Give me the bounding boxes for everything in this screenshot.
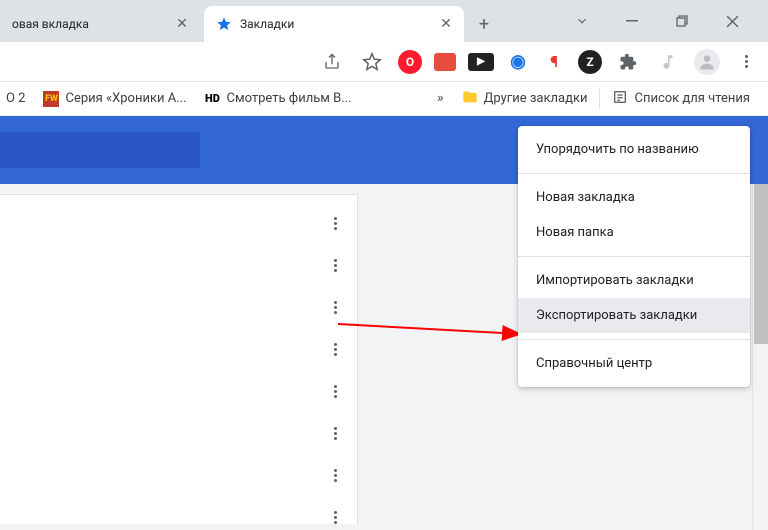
menu-import-bookmarks[interactable]: Импортировать закладки: [518, 263, 750, 298]
menu-sort-by-name[interactable]: Упорядочить по названию: [518, 132, 750, 167]
bookmark-item[interactable]: HD Смотреть фильм В...: [198, 87, 357, 111]
tab-title: овая вкладка: [12, 17, 166, 31]
header-search[interactable]: [0, 132, 200, 168]
tab-active[interactable]: Закладки ✕: [204, 6, 464, 42]
bookmark-label: Серия «Хроники А...: [65, 91, 186, 106]
thumbsdown-icon[interactable]: ¶: [542, 50, 566, 74]
toolbar: O ▶ ◉ ¶ Z: [0, 42, 768, 82]
context-menu: Упорядочить по названию Новая закладка Н…: [518, 126, 750, 387]
bookmark-bar: О 2 FW Серия «Хроники А... HD Смотреть ф…: [0, 82, 768, 116]
opera-icon[interactable]: O: [398, 50, 422, 74]
extensions-puzzle-icon[interactable]: [614, 48, 642, 76]
item-menu-button[interactable]: [327, 215, 343, 231]
reading-list-label: Список для чтения: [634, 91, 750, 106]
item-menu-button[interactable]: [327, 299, 343, 315]
close-window-button[interactable]: [718, 7, 746, 35]
favicon: FW: [43, 91, 59, 107]
menu-export-bookmarks[interactable]: Экспортировать закладки: [518, 298, 750, 333]
close-icon[interactable]: ✕: [174, 16, 190, 32]
bookmark-label: О 2: [6, 91, 25, 106]
other-bookmarks-label: Другие закладки: [484, 91, 588, 106]
bookmark-list: [0, 194, 358, 524]
new-tab-button[interactable]: +: [470, 10, 498, 38]
scrollbar-thumb[interactable]: [754, 184, 768, 344]
reading-list-icon: [612, 89, 628, 109]
tab-strip: овая вкладка ✕ Закладки ✕ +: [0, 0, 768, 42]
tab-inactive[interactable]: овая вкладка ✕: [0, 6, 200, 42]
bookmark-label: Смотреть фильм В...: [226, 91, 351, 106]
music-icon[interactable]: [654, 48, 682, 76]
reading-list[interactable]: Список для чтения: [606, 85, 756, 113]
star-icon: [216, 16, 232, 32]
close-icon[interactable]: ✕: [438, 16, 454, 32]
globe-icon[interactable]: ◉: [506, 50, 530, 74]
menu-separator: [518, 256, 750, 257]
chevron-down-icon[interactable]: [568, 7, 596, 35]
share-icon[interactable]: [318, 48, 346, 76]
zenmate-icon[interactable]: Z: [578, 50, 602, 74]
adblock-icon[interactable]: [434, 53, 456, 71]
profile-avatar[interactable]: [694, 49, 720, 75]
item-menu-button[interactable]: [327, 257, 343, 273]
folder-icon: [462, 89, 478, 109]
bookmark-item[interactable]: О 2: [0, 87, 31, 110]
item-menu-button[interactable]: [327, 341, 343, 357]
menu-separator: [518, 339, 750, 340]
bookmark-item[interactable]: FW Серия «Хроники А...: [37, 87, 192, 111]
favicon: HD: [204, 91, 220, 107]
other-bookmarks[interactable]: Другие закладки: [456, 85, 594, 113]
menu-help-center[interactable]: Справочный центр: [518, 346, 750, 381]
item-menu-button[interactable]: [327, 509, 343, 525]
menu-new-folder[interactable]: Новая папка: [518, 215, 750, 250]
tab-title: Закладки: [240, 17, 430, 31]
menu-separator: [518, 173, 750, 174]
menu-dots-icon[interactable]: [732, 48, 760, 76]
scrollbar[interactable]: [752, 184, 768, 530]
video-icon[interactable]: ▶: [468, 53, 494, 71]
menu-new-bookmark[interactable]: Новая закладка: [518, 180, 750, 215]
item-menu-button[interactable]: [327, 383, 343, 399]
window-controls: [568, 0, 768, 42]
minimize-button[interactable]: [618, 7, 646, 35]
item-menu-button[interactable]: [327, 467, 343, 483]
item-menu-button[interactable]: [327, 425, 343, 441]
bookmark-overflow[interactable]: »: [431, 87, 450, 110]
bookmark-star-icon[interactable]: [358, 48, 386, 76]
maximize-button[interactable]: [668, 7, 696, 35]
